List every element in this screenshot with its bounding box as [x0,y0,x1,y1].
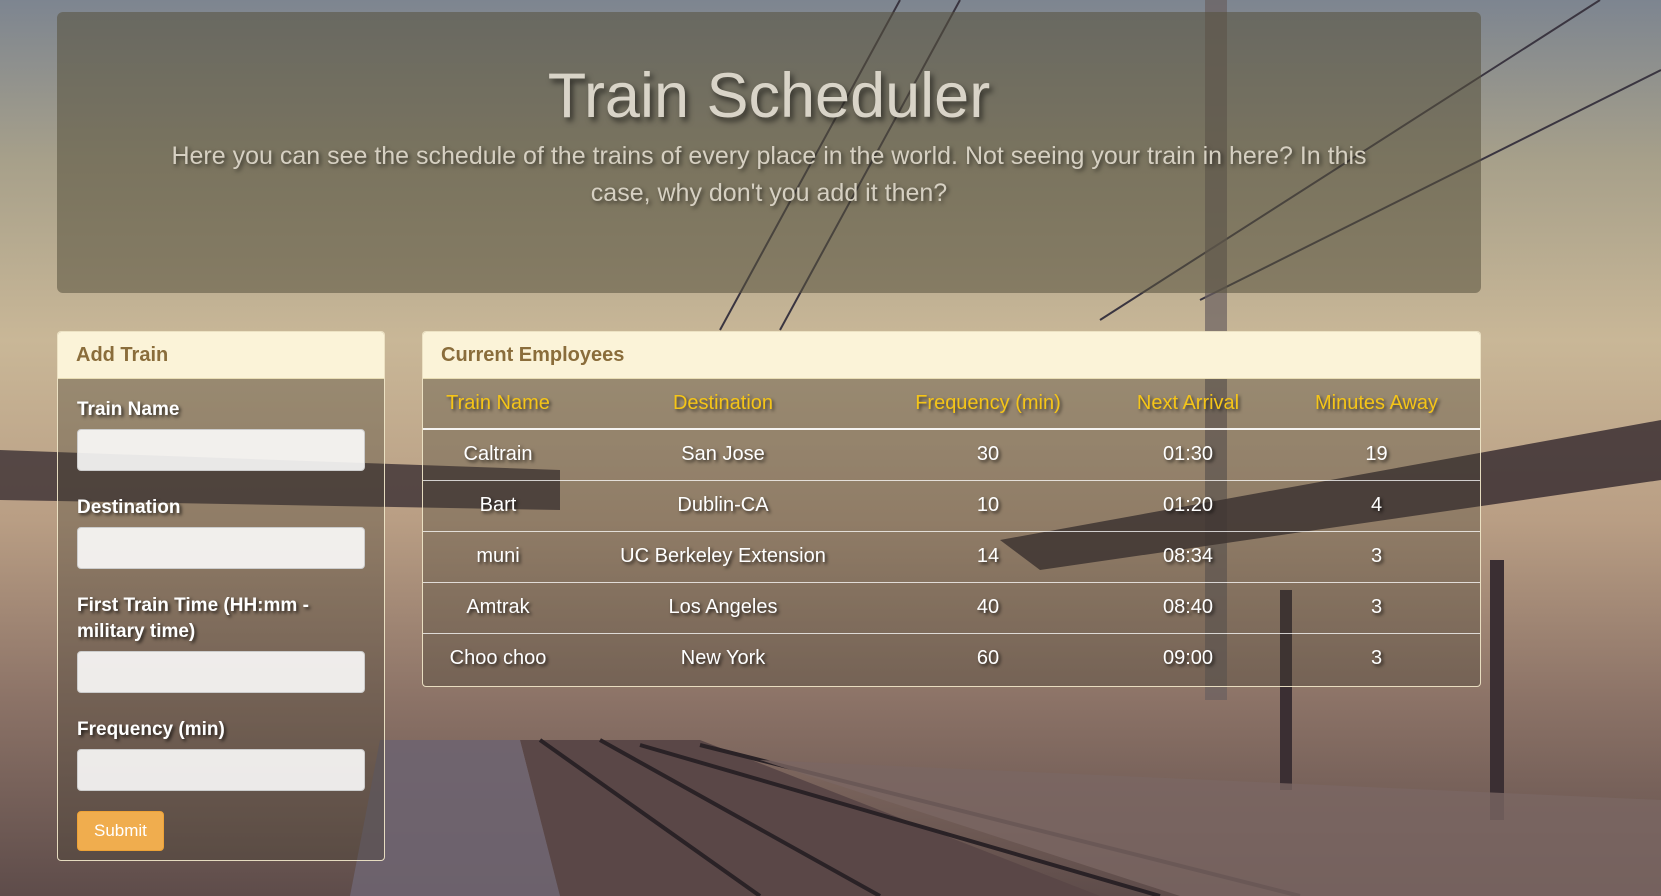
page-subtitle: Here you can see the schedule of the tra… [171,142,1367,208]
cell-train-name: Choo choo [423,632,573,684]
train-name-group: Train Name [77,397,365,471]
add-train-heading: Add Train [58,332,384,379]
destination-input[interactable] [77,527,365,569]
frequency-group: Frequency (min) [77,717,365,791]
column-header-frequency: Frequency (min) [873,379,1103,430]
cell-minutes-away: 4 [1273,479,1480,531]
column-header-destination: Destination [573,379,873,430]
first-train-time-group: First Train Time (HH:mm - military time) [77,593,365,693]
column-header-train-name: Train Name [423,379,573,430]
cell-train-name: Bart [423,479,573,531]
add-train-form: Train Name Destination First Train Time … [58,379,384,860]
cell-next-arrival: 08:34 [1103,530,1273,582]
column-header-minutes-away: Minutes Away [1273,379,1480,430]
first-train-time-input[interactable] [77,651,365,693]
schedule-heading: Current Employees [423,332,1480,379]
first-train-time-label: First Train Time (HH:mm - military time) [77,595,309,642]
destination-group: Destination [77,495,365,569]
cell-minutes-away: 3 [1273,632,1480,684]
table-row: Choo choo New York 60 09:00 3 [423,632,1480,684]
cell-minutes-away: 19 [1365,443,1388,466]
cell-destination: San Jose [681,443,765,466]
cell-frequency: 60 [873,632,1103,684]
cell-destination: UC Berkeley Extension [573,530,873,582]
cell-next-arrival: 01:20 [1103,479,1273,531]
cell-destination: Dublin-CA [573,479,873,531]
cell-train-name: muni [423,530,573,582]
submit-button[interactable]: Submit [77,811,164,851]
cell-minutes-away: 3 [1273,530,1480,582]
cell-frequency: 14 [873,530,1103,582]
add-train-panel: Add Train Train Name Destination First T… [57,331,385,861]
cell-frequency: 40 [873,581,1103,633]
cell-train-name: Caltrain [463,443,533,466]
cell-next-arrival: 08:40 [1103,581,1273,633]
schedule-panel: Current Employees Train Name Destination… [422,331,1481,687]
cell-next-arrival: 01:30 [1162,443,1214,466]
table-row: Caltrain San Jose 30 01:30 19 [423,429,1480,480]
table-row: Amtrak Los Angeles 40 08:40 3 [423,581,1480,633]
table-header-row: Train Name Destination Frequency (min) N… [423,379,1480,430]
frequency-label: Frequency (min) [77,719,225,740]
table-row: muni UC Berkeley Extension 14 08:34 3 [423,530,1480,582]
cell-train-name: Amtrak [423,581,573,633]
cell-destination: Los Angeles [573,581,873,633]
destination-label: Destination [77,497,181,518]
cell-frequency: 30 [976,443,1000,466]
cell-frequency: 10 [873,479,1103,531]
cell-destination: New York [573,632,873,684]
schedule-table: Train Name Destination Frequency (min) N… [423,379,1480,684]
jumbotron-header: Train Scheduler Here you can see the sch… [57,12,1481,293]
page-title: Train Scheduler [547,61,991,131]
table-row: Bart Dublin-CA 10 01:20 4 [423,479,1480,531]
train-name-label: Train Name [77,399,180,420]
cell-minutes-away: 3 [1273,581,1480,633]
cell-next-arrival: 09:00 [1103,632,1273,684]
column-header-next-arrival: Next Arrival [1103,379,1273,430]
frequency-input[interactable] [77,749,365,791]
train-name-input[interactable] [77,429,365,471]
